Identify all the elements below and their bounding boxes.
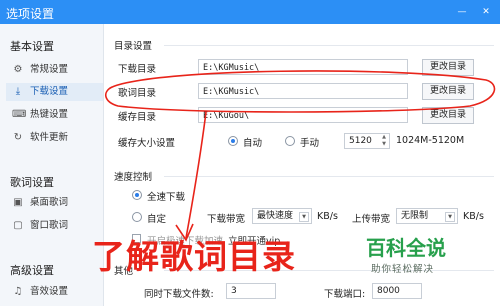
gear-icon: ⚙ — [13, 64, 23, 75]
sidebar-item-label: 下载设置 — [30, 86, 69, 97]
download-port-field[interactable]: 8000 — [372, 283, 422, 299]
catalog-group-title: 目录设置 — [114, 41, 153, 52]
cache-manual-radio[interactable] — [285, 136, 295, 146]
minimize-button[interactable]: — — [452, 2, 472, 22]
cache-size-spinner[interactable]: 5120 ▲ ▼ — [344, 133, 390, 149]
cache-dir-field[interactable]: E:\KuGou\ — [198, 107, 408, 123]
download-dir-label: 下载目录 — [118, 64, 157, 75]
concurrent-downloads-label: 同时下载文件数: — [144, 289, 214, 300]
custom-speed-label: 自定 — [147, 214, 167, 225]
upload-bandwidth-label: 上传带宽 — [352, 214, 391, 225]
chevron-down-icon: ▼ — [299, 212, 309, 222]
full-speed-radio[interactable] — [132, 190, 142, 200]
section-advanced-settings: 高级设置 — [10, 264, 54, 277]
window-lyrics-icon: ▢ — [13, 220, 23, 231]
sidebar: 基本设置 ⚙ 常规设置 ⤓ 下载设置 ⌨ 热键设置 ↻ 软件更新 歌词设置 ▣ 桌面歌词 … — [0, 24, 104, 306]
sound-effect-icon: ♫ — [13, 286, 23, 297]
concurrent-downloads-field[interactable]: 3 — [226, 283, 276, 299]
keyboard-icon: ⌨ — [12, 109, 27, 120]
sidebar-item-desktop-lyrics[interactable]: ▣ 桌面歌词 — [6, 194, 103, 212]
full-speed-label: 全速下载 — [147, 192, 186, 203]
upload-bandwidth-value: 无限制 — [401, 211, 429, 221]
refresh-icon: ↻ — [13, 132, 23, 143]
close-button[interactable]: ✕ — [476, 2, 496, 22]
upload-unit-label: KB/s — [463, 211, 484, 222]
sidebar-item-label: 窗口歌词 — [30, 220, 69, 231]
concurrent-downloads-value: 3 — [231, 286, 237, 296]
download-icon: ⤓ — [15, 86, 21, 97]
sidebar-item-label: 音效设置 — [30, 286, 69, 297]
chevron-down-icon: ▼ — [445, 212, 455, 222]
watermark-title: 百科全说 — [366, 236, 446, 260]
download-port-label: 下载端口: — [324, 289, 366, 300]
sidebar-item-hotkeys[interactable]: ⌨ 热键设置 — [6, 106, 103, 124]
download-unit-label: KB/s — [317, 211, 338, 222]
sidebar-item-label: 软件更新 — [30, 132, 69, 143]
sidebar-item-label: 热键设置 — [30, 109, 69, 120]
change-download-dir-button[interactable]: 更改目录 — [422, 59, 474, 76]
change-cache-dir-button[interactable]: 更改目录 — [422, 107, 474, 124]
sidebar-item-sound-effects[interactable]: ♫ 音效设置 — [6, 283, 103, 301]
lyrics-dir-label: 歌词目录 — [118, 88, 157, 99]
divider — [164, 176, 494, 177]
window-title: 选项设置 — [6, 7, 55, 21]
desktop-lyrics-icon: ▣ — [13, 197, 23, 208]
download-bandwidth-value: 最快速度 — [257, 211, 294, 221]
cache-dir-label: 缓存目录 — [118, 112, 157, 123]
cache-auto-label: 自动 — [243, 138, 263, 149]
cache-manual-label: 手动 — [300, 138, 320, 149]
watermark-subtitle: 助你轻松解决 — [371, 264, 435, 275]
sidebar-item-update[interactable]: ↻ 软件更新 — [6, 129, 103, 147]
title-bar: 选项设置 — ✕ — [0, 0, 500, 24]
cache-size-label: 缓存大小设置 — [118, 138, 176, 149]
download-bandwidth-select[interactable]: 最快速度 ▼ — [252, 208, 312, 224]
sidebar-item-download[interactable]: ⤓ 下载设置 — [6, 83, 103, 101]
custom-speed-radio[interactable] — [132, 212, 142, 222]
upload-bandwidth-select[interactable]: 无限制 ▼ — [396, 208, 458, 224]
annotation-caption: 了解歌词目录 — [92, 237, 296, 276]
download-bandwidth-label: 下载带宽 — [207, 214, 246, 225]
sidebar-item-label: 桌面歌词 — [30, 197, 69, 208]
cache-range-label: 1024M-5120M — [396, 135, 465, 146]
spinner-arrows-icon[interactable]: ▲ ▼ — [380, 134, 388, 148]
change-lyrics-dir-button[interactable]: 更改目录 — [422, 83, 474, 100]
section-basic-settings: 基本设置 — [10, 40, 54, 53]
lyrics-dir-field[interactable]: E:\KGMusic\ — [198, 83, 408, 99]
download-port-value: 8000 — [377, 286, 400, 296]
sidebar-item-window-lyrics[interactable]: ▢ 窗口歌词 — [6, 217, 103, 235]
section-lyrics-settings: 歌词设置 — [10, 176, 54, 189]
sidebar-item-general[interactable]: ⚙ 常规设置 — [6, 61, 103, 79]
download-dir-field[interactable]: E:\KGMusic\ — [198, 59, 408, 75]
speed-group-title: 速度控制 — [114, 172, 153, 183]
cache-size-value: 5120 — [349, 136, 372, 146]
cache-auto-radio[interactable] — [228, 136, 238, 146]
divider — [164, 45, 494, 46]
sidebar-item-label: 常规设置 — [30, 64, 69, 75]
